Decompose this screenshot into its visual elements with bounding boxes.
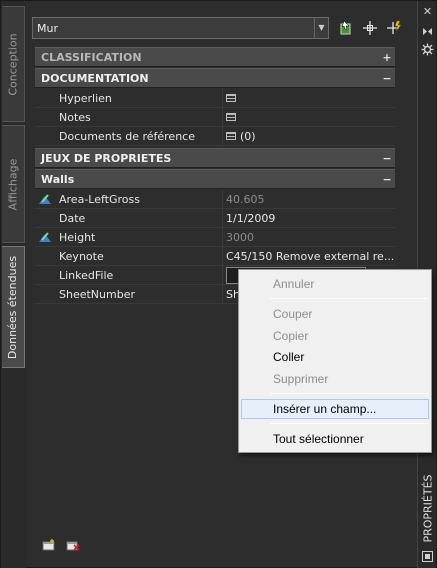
autohide-icon[interactable] bbox=[421, 25, 434, 38]
menu-item-delete[interactable]: Supprimer bbox=[241, 369, 429, 389]
menu-separator bbox=[270, 298, 428, 299]
quick-select-icon[interactable] bbox=[385, 19, 403, 37]
context-menu: Annuler Couper Copier Coller Supprimer I… bbox=[238, 269, 432, 453]
category-walls[interactable]: Walls − bbox=[35, 169, 395, 189]
side-tabs: Conception Affichage Données étendues bbox=[1, 1, 26, 568]
property-row[interactable]: Documents de référence (0) bbox=[35, 126, 395, 146]
tab-affichage-label: Affichage bbox=[6, 158, 20, 210]
menu-item-select-all[interactable]: Tout sélectionner bbox=[241, 429, 429, 449]
tab-donnees-etendues-label: Données étendues bbox=[6, 255, 20, 359]
property-grid: CLASSIFICATION + DOCUMENTATION − Hyperli… bbox=[35, 47, 395, 304]
formula-property-icon bbox=[35, 190, 55, 209]
category-property-sets-label: JEUX DE PROPRIETES bbox=[41, 151, 172, 165]
menu-item-insert-field[interactable]: Insérer un champ... bbox=[241, 399, 429, 419]
formula-property-icon bbox=[35, 228, 55, 247]
object-type-select[interactable]: Mur ▼ bbox=[32, 17, 329, 39]
tab-conception-label: Conception bbox=[6, 32, 20, 96]
property-name: Height bbox=[55, 227, 223, 247]
menu-item-cut[interactable]: Couper bbox=[241, 304, 429, 324]
property-name: SheetNumber bbox=[55, 284, 223, 304]
palette-icon[interactable] bbox=[421, 550, 434, 563]
property-row[interactable]: Area-LeftGross 40.605 bbox=[35, 189, 395, 209]
tab-donnees-etendues[interactable]: Données étendues bbox=[2, 246, 25, 368]
menu-item-copy[interactable]: Copier bbox=[241, 326, 429, 346]
property-name: Date bbox=[55, 208, 223, 228]
menu-item-paste[interactable]: Coller bbox=[241, 347, 429, 367]
select-objects-icon[interactable] bbox=[337, 19, 355, 37]
property-name: Area-LeftGross bbox=[55, 189, 223, 209]
property-row[interactable]: Notes bbox=[35, 107, 395, 127]
tab-conception[interactable]: Conception bbox=[2, 6, 25, 122]
tab-affichage[interactable]: Affichage bbox=[2, 125, 25, 243]
category-documentation-label: DOCUMENTATION bbox=[41, 71, 149, 85]
property-value[interactable] bbox=[223, 89, 395, 108]
property-value[interactable] bbox=[223, 108, 395, 127]
add-property-set-icon[interactable] bbox=[42, 539, 56, 551]
menu-separator bbox=[270, 393, 428, 394]
properties-menu-icon[interactable] bbox=[421, 43, 434, 56]
worksheet-icon[interactable] bbox=[226, 94, 236, 102]
property-name: Documents de référence bbox=[55, 126, 223, 146]
property-name: Keynote bbox=[55, 246, 223, 266]
collapse-icon[interactable]: − bbox=[379, 173, 395, 186]
menu-separator bbox=[270, 423, 428, 424]
property-name: Notes bbox=[55, 107, 223, 127]
property-row[interactable]: Keynote C45/150 Remove external re... bbox=[35, 246, 395, 266]
expand-icon[interactable]: + bbox=[379, 51, 395, 64]
collapse-icon[interactable]: − bbox=[379, 152, 395, 165]
property-row[interactable]: Date 1/1/2009 bbox=[35, 208, 395, 228]
category-classification[interactable]: CLASSIFICATION + bbox=[35, 47, 395, 67]
property-row[interactable]: Hyperlien bbox=[35, 88, 395, 108]
remove-property-set-icon[interactable] bbox=[66, 539, 80, 551]
object-type-value: Mur bbox=[37, 21, 58, 35]
properties-palette: Conception Affichage Données étendues ✕ … bbox=[0, 0, 437, 568]
category-property-sets[interactable]: JEUX DE PROPRIETES − bbox=[35, 148, 395, 168]
property-value[interactable]: (0) bbox=[223, 127, 395, 146]
worksheet-icon[interactable] bbox=[226, 132, 236, 140]
category-documentation[interactable]: DOCUMENTATION − bbox=[35, 68, 395, 88]
property-name: Hyperlien bbox=[55, 88, 223, 108]
category-walls-label: Walls bbox=[41, 172, 75, 186]
property-value[interactable]: C45/150 Remove external re... bbox=[223, 247, 395, 266]
property-value: 3000 bbox=[226, 230, 254, 244]
property-value[interactable]: 1/1/2009 bbox=[223, 209, 395, 228]
category-classification-label: CLASSIFICATION bbox=[41, 50, 142, 64]
worksheet-icon[interactable] bbox=[226, 113, 236, 121]
property-name: LinkedFile bbox=[55, 265, 223, 285]
close-icon[interactable]: ✕ bbox=[421, 5, 434, 18]
collapse-icon[interactable]: − bbox=[379, 72, 395, 85]
property-value: 40.605 bbox=[226, 192, 265, 206]
palette-title: PROPRIÉTÉS bbox=[420, 471, 436, 546]
palette-title-label: PROPRIÉTÉS bbox=[421, 474, 435, 543]
property-row[interactable]: Height 3000 bbox=[35, 227, 395, 247]
pick-point-icon[interactable] bbox=[361, 19, 379, 37]
menu-item-undo[interactable]: Annuler bbox=[241, 274, 429, 294]
chevron-down-icon[interactable]: ▼ bbox=[314, 18, 328, 38]
